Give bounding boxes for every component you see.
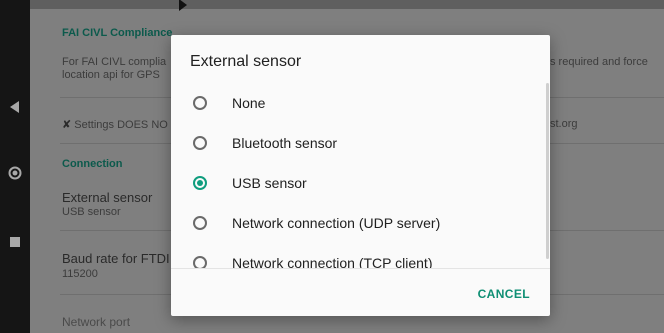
option-label: USB sensor xyxy=(232,175,307,191)
dialog-separator xyxy=(171,268,550,269)
option-usb-sensor[interactable]: USB sensor xyxy=(171,163,543,203)
option-bluetooth-sensor[interactable]: Bluetooth sensor xyxy=(171,123,543,163)
option-network-tcp[interactable]: Network connection (TCP client) xyxy=(171,243,543,269)
navigation-bar xyxy=(0,0,30,333)
back-button[interactable] xyxy=(0,100,30,114)
home-circle-icon xyxy=(8,166,22,180)
top-bar xyxy=(30,0,664,11)
option-none[interactable]: None xyxy=(171,83,543,123)
radio-button[interactable] xyxy=(193,136,207,150)
radio-button-selected[interactable] xyxy=(193,176,207,190)
option-label: Network connection (TCP client) xyxy=(232,255,433,269)
option-label: None xyxy=(232,95,266,111)
scrollbar[interactable] xyxy=(546,83,549,259)
x-mark-icon: ✘ xyxy=(62,119,72,131)
option-label: Bluetooth sensor xyxy=(232,135,338,151)
home-button[interactable] xyxy=(0,166,30,180)
dropdown-arrow-icon xyxy=(179,0,187,11)
radio-button[interactable] xyxy=(193,96,207,110)
warning-text-left: Settings DOES NO xyxy=(74,119,168,131)
external-sensor-dialog: External sensor None Bluetooth sensor US… xyxy=(171,35,550,316)
recents-button[interactable] xyxy=(0,236,30,248)
recents-square-icon xyxy=(10,237,20,247)
network-port-title[interactable]: Network port xyxy=(62,315,664,329)
cancel-button[interactable]: CANCEL xyxy=(478,287,530,301)
option-list: None Bluetooth sensor USB sensor Network… xyxy=(171,83,550,269)
warning-text-right: st.org xyxy=(550,118,578,130)
radio-button[interactable] xyxy=(193,216,207,230)
back-triangle-icon xyxy=(10,101,19,113)
dialog-title: External sensor xyxy=(190,53,302,70)
option-network-udp[interactable]: Network connection (UDP server) xyxy=(171,203,543,243)
option-label: Network connection (UDP server) xyxy=(232,215,441,231)
fai-description-right: s required and force xyxy=(550,56,648,68)
